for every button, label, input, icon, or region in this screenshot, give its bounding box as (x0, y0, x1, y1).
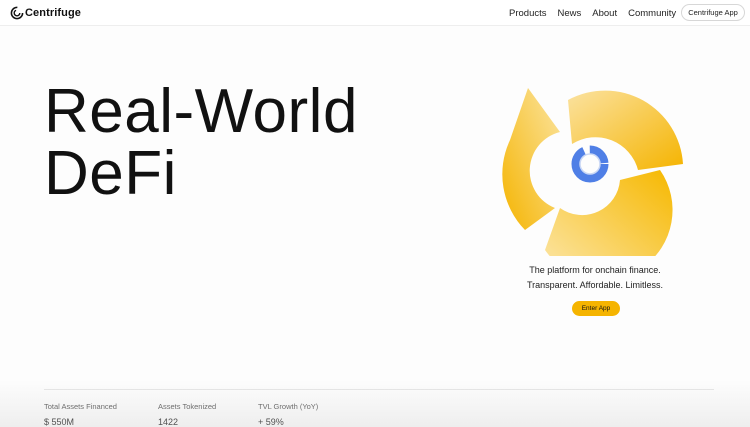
nav-item-products[interactable]: Products (509, 8, 547, 19)
stat-assets-tokenized: Assets Tokenized 1422 (158, 402, 216, 427)
stat-value: 1422 (158, 417, 179, 427)
tagline-line-2: Transparent. Affordable. Limitless. (526, 280, 664, 290)
stat-value: + 59% (258, 417, 284, 427)
nav-item-about[interactable]: About (592, 8, 617, 19)
stats-divider (44, 389, 714, 390)
nav-item-community[interactable]: Community (628, 8, 676, 19)
stat-tvl-growth: TVL Growth (YoY) + 59% (258, 402, 318, 427)
hero-title-line-2: DeFi (44, 139, 177, 208)
top-navigation-bar: Centrifuge Products News About Community… (0, 0, 750, 26)
brand-logo[interactable]: Centrifuge (10, 5, 81, 21)
stat-label: Total Assets Financed (44, 402, 117, 411)
main-nav: Products News About Community (509, 6, 687, 20)
centrifuge-app-button[interactable]: Centrifuge App (681, 4, 745, 21)
centrifuge-logo-icon (10, 6, 24, 20)
enter-app-button[interactable]: Enter App (572, 301, 620, 316)
stat-value: $ 550M (44, 417, 75, 427)
tagline-line-1: The platform for onchain finance. (529, 265, 661, 275)
stat-label: TVL Growth (YoY) (258, 402, 319, 411)
swirl-graphic-icon (502, 88, 683, 256)
hero-title: Real-World DeFi (44, 81, 358, 205)
stat-label: Assets Tokenized (158, 402, 217, 411)
hero-title-line-1: Real-World (44, 77, 358, 146)
brand-name: Centrifuge (25, 7, 81, 19)
stat-total-assets-financed: Total Assets Financed $ 550M (44, 402, 117, 427)
nav-item-news[interactable]: News (558, 8, 582, 19)
